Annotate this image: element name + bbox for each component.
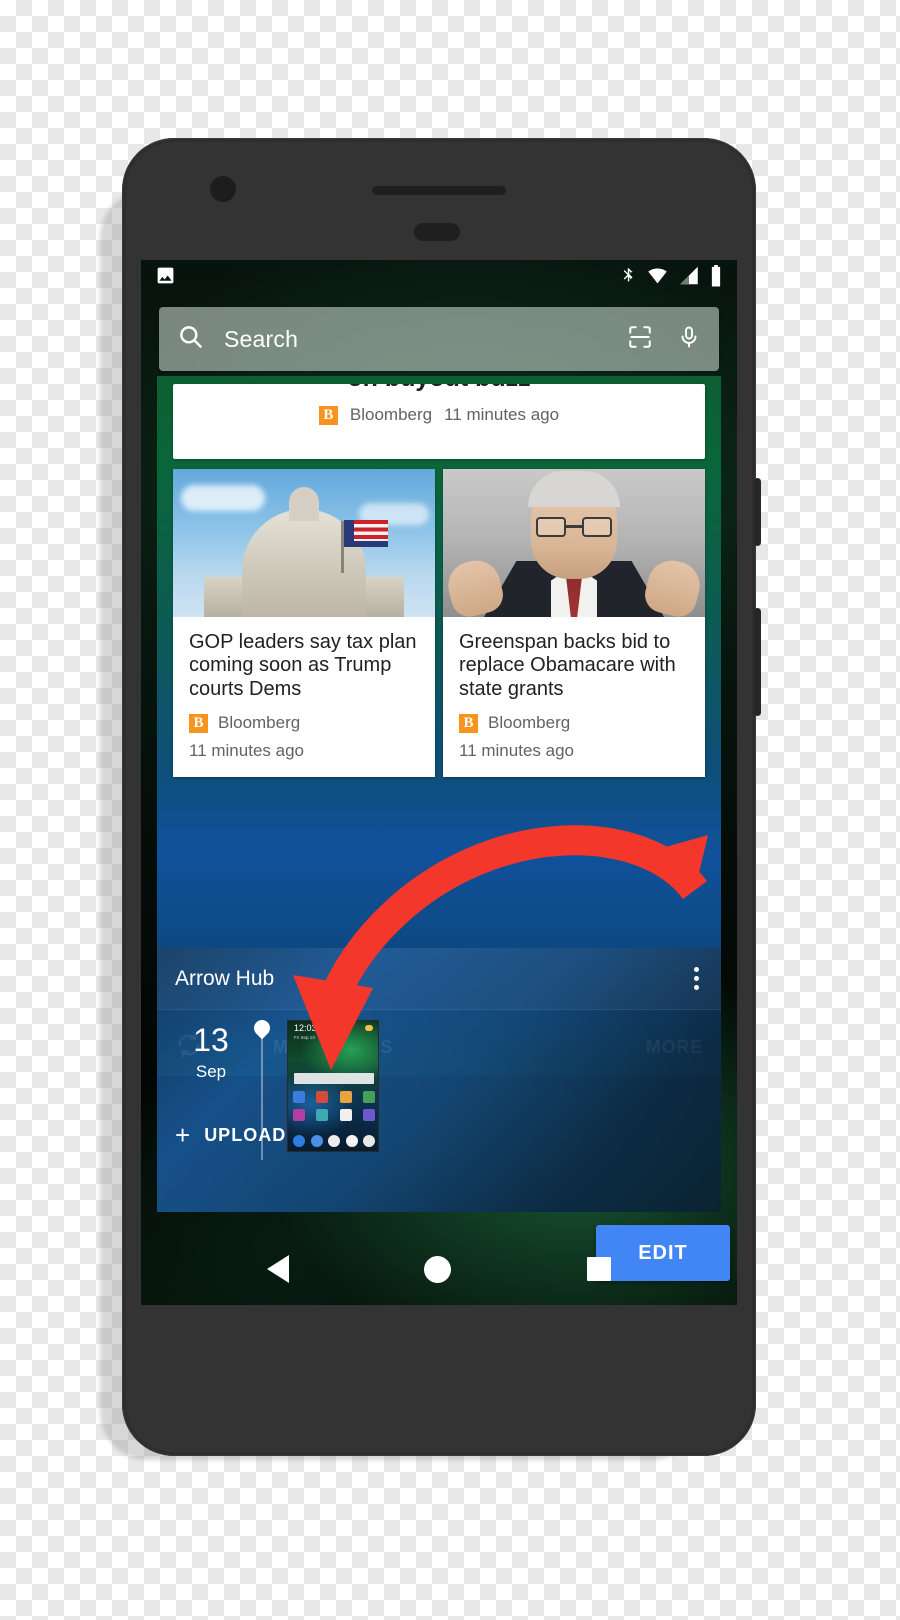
news-card-row: GOP leaders say tax plan coming soon as … — [173, 469, 705, 778]
thumbnail-clock: 12:03 — [294, 1023, 317, 1033]
screenshot-thumbnail[interactable]: 12:03 Fri Sep 13 — [287, 1020, 379, 1152]
news-card-meta: B Bloomberg 11 minutes ago — [191, 405, 687, 425]
thumbnail-wallpaper — [288, 1021, 378, 1151]
bloomberg-logo-icon: B — [459, 713, 478, 733]
proximity-sensor — [414, 223, 460, 241]
chrome-app-icon — [345, 1135, 358, 1147]
messages-app-icon — [310, 1135, 323, 1147]
app-icon — [362, 1091, 375, 1103]
camera-app-icon — [363, 1135, 375, 1147]
search-input[interactable]: Search — [224, 326, 298, 353]
earpiece-speaker — [372, 186, 506, 195]
phone-screen: Search B Bloomberg 11 minutes ago GOP le… — [141, 260, 737, 1305]
plus-icon: + — [175, 1120, 191, 1150]
news-card-meta: B Bloomberg — [459, 713, 689, 733]
news-card-body: Greenspan backs bid to replace Obamacare… — [443, 617, 705, 778]
news-source: Bloomberg — [218, 713, 301, 733]
news-card[interactable]: Greenspan backs bid to replace Obamacare… — [443, 469, 705, 778]
news-card-body: GOP leaders say tax plan coming soon as … — [173, 617, 435, 778]
app-icon — [293, 1109, 305, 1121]
us-flag-icon — [344, 520, 388, 547]
entry-date: 13 Sep — [173, 1024, 249, 1082]
app-icon — [362, 1109, 375, 1121]
search-action-icons — [627, 324, 701, 355]
cellular-signal-icon — [678, 265, 700, 291]
search-icon — [177, 323, 204, 355]
news-timestamp: 11 minutes ago — [459, 741, 574, 761]
news-card[interactable]: GOP leaders say tax plan coming soon as … — [173, 469, 435, 778]
power-button[interactable] — [754, 478, 761, 546]
news-timestamp: 11 minutes ago — [444, 405, 560, 424]
arrow-hub-body: 13 Sep 12:03 Fri Sep 13 + UPLOAD — [157, 1010, 721, 1160]
home-circle-icon[interactable] — [424, 1255, 452, 1283]
bloomberg-logo-icon: B — [318, 405, 338, 425]
status-bar-right-icons — [620, 264, 723, 292]
cloud-shape — [181, 485, 265, 511]
eyeglasses-bridge — [566, 525, 582, 528]
battery-icon — [709, 264, 723, 292]
phone-device-frame: Search B Bloomberg 11 minutes ago GOP le… — [122, 138, 761, 1456]
app-icon — [339, 1091, 352, 1103]
status-bar — [141, 260, 737, 296]
upload-button-label: UPLOAD — [204, 1124, 287, 1145]
photo-icon — [155, 265, 176, 291]
overflow-menu-icon[interactable] — [688, 961, 705, 996]
bloomberg-logo-icon: B — [189, 713, 208, 733]
volume-button[interactable] — [754, 608, 761, 716]
hand-shape — [443, 555, 507, 617]
app-icon — [339, 1109, 352, 1121]
entry-month: Sep — [195, 1062, 227, 1081]
lens-scan-icon[interactable] — [627, 324, 653, 355]
news-thumbnail-person — [443, 469, 705, 617]
news-headline: GOP leaders say tax plan coming soon as … — [189, 631, 417, 700]
news-card-clipped[interactable]: on buyout buzz B Bloomberg 11 minutes ag… — [173, 384, 705, 459]
thumbnail-icon-row — [293, 1091, 375, 1103]
news-timestamp: 11 minutes ago — [189, 741, 304, 761]
apps-drawer-icon — [328, 1135, 340, 1147]
news-thumbnail-capitol — [173, 469, 435, 617]
thumbnail-date: Fri Sep 13 — [294, 1035, 315, 1040]
arrow-hub-widget[interactable]: Arrow Hub 13 Sep 12:03 Fri Sep 13 + UPLO… — [157, 948, 721, 1212]
news-source: Bloomberg — [488, 713, 571, 733]
arrow-hub-header: Arrow Hub — [157, 948, 721, 1010]
eyeglasses-icon — [582, 517, 612, 537]
thumbnail-search-bar — [294, 1073, 374, 1084]
app-icon — [293, 1091, 305, 1103]
entry-day: 13 — [193, 1022, 229, 1058]
front-camera-icon — [210, 176, 236, 202]
arrow-hub-title: Arrow Hub — [175, 966, 275, 990]
eyeglasses-icon — [536, 517, 566, 537]
android-navigation-bar — [141, 1233, 737, 1305]
thumbnail-icon-row — [293, 1109, 375, 1121]
back-triangle-icon[interactable] — [266, 1255, 289, 1283]
phone-app-icon — [293, 1135, 305, 1147]
news-headline: on buyout buzz — [191, 384, 687, 391]
wifi-icon — [646, 265, 669, 291]
hand-shape — [641, 555, 705, 617]
hair-shape — [528, 471, 620, 507]
upload-button[interactable]: + UPLOAD — [157, 1110, 286, 1160]
app-icon — [316, 1109, 329, 1121]
thumbnail-weather-icon — [365, 1025, 373, 1031]
thumbnail-dock — [293, 1135, 375, 1147]
app-icon — [316, 1091, 329, 1103]
news-headline: Greenspan backs bid to replace Obamacare… — [459, 631, 676, 700]
news-card-meta: B Bloomberg — [189, 713, 419, 733]
microphone-icon[interactable] — [677, 324, 701, 355]
news-source: Bloomberg — [349, 405, 433, 424]
bluetooth-icon — [620, 265, 637, 291]
google-search-bar[interactable]: Search — [159, 307, 719, 371]
location-pin-icon — [250, 1016, 274, 1040]
recents-square-icon[interactable] — [587, 1257, 612, 1281]
capitol-cupola — [289, 487, 319, 521]
